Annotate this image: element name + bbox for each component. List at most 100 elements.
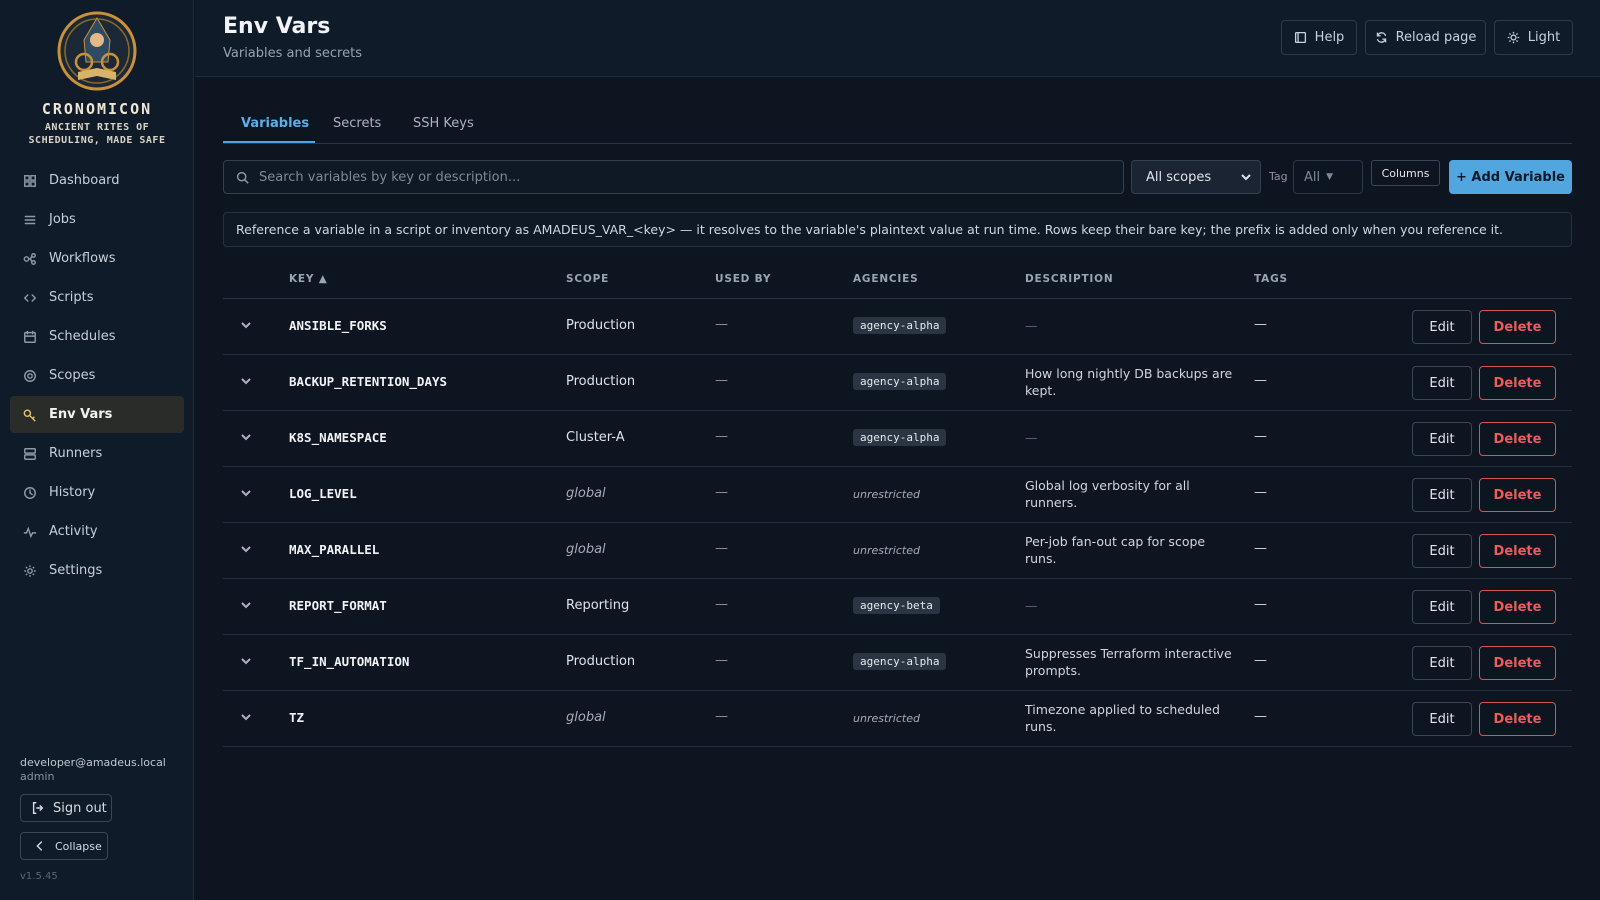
variable-used-by: — [715, 653, 728, 668]
server-icon [22, 446, 38, 462]
sidebar-item-env-vars[interactable]: Env Vars [10, 396, 184, 433]
sign-out-button[interactable]: Sign out [20, 794, 112, 822]
sidebar-item-activity[interactable]: Activity [10, 513, 184, 550]
table-row: MAX_PARALLEL global — unrestricted Per-j… [223, 523, 1572, 579]
column-header-key[interactable]: KEY ▲ [289, 273, 328, 285]
column-header-used-by[interactable]: USED BY [715, 273, 771, 285]
tab-secrets[interactable]: Secrets [333, 116, 381, 131]
expand-row-button[interactable] [240, 711, 254, 725]
chevron-down-icon [241, 322, 251, 329]
theme-toggle-button[interactable]: Light [1494, 20, 1573, 55]
reload-button[interactable]: Reload page [1365, 20, 1486, 55]
expand-row-button[interactable] [240, 375, 254, 389]
active-tab-indicator [223, 141, 315, 143]
variable-scope: Reporting [566, 598, 630, 613]
variable-description: — [1025, 318, 1038, 333]
sidebar-item-jobs[interactable]: Jobs [10, 201, 184, 238]
edit-button[interactable]: Edit [1412, 366, 1472, 400]
variable-description: — [1025, 430, 1038, 445]
sidebar-item-history[interactable]: History [10, 474, 184, 511]
chevron-down-icon [241, 714, 251, 721]
variable-key: TF_IN_AUTOMATION [289, 654, 410, 669]
column-header-tags[interactable]: TAGS [1254, 273, 1288, 285]
variable-description: Timezone applied to scheduled runs. [1025, 702, 1220, 734]
agency-unrestricted: unrestricted [853, 712, 920, 725]
scope-select[interactable]: All scopes [1131, 160, 1261, 194]
grid-icon [22, 173, 38, 189]
sign-out-label: Sign out [53, 800, 107, 816]
sidebar-item-workflows[interactable]: Workflows [10, 240, 184, 277]
variable-tags: — [1254, 709, 1267, 724]
edit-button[interactable]: Edit [1412, 646, 1472, 680]
chevron-left-icon [36, 841, 43, 851]
sign-out-icon [32, 802, 44, 814]
edit-button[interactable]: Edit [1412, 310, 1472, 344]
edit-button[interactable]: Edit [1412, 478, 1472, 512]
sidebar-item-label: Env Vars [49, 407, 113, 422]
edit-button[interactable]: Edit [1412, 702, 1472, 736]
chevron-down-icon [241, 434, 251, 441]
delete-button[interactable]: Delete [1479, 646, 1556, 680]
delete-button[interactable]: Delete [1479, 366, 1556, 400]
delete-button[interactable]: Delete [1479, 590, 1556, 624]
tag-filter-label: Tag [1269, 170, 1288, 183]
variable-tags: — [1254, 317, 1267, 332]
sidebar-item-scripts[interactable]: Scripts [10, 279, 184, 316]
table-row: LOG_LEVEL global — unrestricted Global l… [223, 467, 1572, 523]
chevron-down-icon [241, 490, 251, 497]
user-email: developer@amadeus.local [20, 756, 166, 769]
list-icon [22, 212, 38, 228]
target-icon [22, 368, 38, 384]
variable-scope: global [566, 542, 606, 557]
edit-button[interactable]: Edit [1412, 422, 1472, 456]
collapse-button[interactable]: Collapse [20, 832, 108, 860]
search-input[interactable]: Search variables by key or description..… [223, 160, 1124, 194]
expand-row-button[interactable] [240, 655, 254, 669]
table-row: TZ global — unrestricted Timezone applie… [223, 691, 1572, 747]
sun-icon [1507, 31, 1519, 44]
column-header-scope[interactable]: SCOPE [566, 273, 609, 285]
table-row: TF_IN_AUTOMATION Production — agency-alp… [223, 635, 1572, 691]
chevron-down-icon [1241, 174, 1251, 181]
variable-key: LOG_LEVEL [289, 486, 357, 501]
sidebar-item-runners[interactable]: Runners [10, 435, 184, 472]
expand-row-button[interactable] [240, 431, 254, 445]
sidebar-item-dashboard[interactable]: Dashboard [10, 162, 184, 199]
delete-button[interactable]: Delete [1479, 702, 1556, 736]
sidebar-item-settings[interactable]: Settings [10, 552, 184, 589]
tab-ssh-keys[interactable]: SSH Keys [413, 116, 474, 131]
expand-row-button[interactable] [240, 543, 254, 557]
variable-used-by: — [715, 485, 728, 500]
variable-used-by: — [715, 709, 728, 724]
refresh-icon [1376, 32, 1386, 43]
expand-row-button[interactable] [240, 599, 254, 613]
expand-row-button[interactable] [240, 487, 254, 501]
expand-row-button[interactable] [240, 319, 254, 333]
delete-button[interactable]: Delete [1479, 310, 1556, 344]
help-button[interactable]: Help [1281, 20, 1357, 55]
delete-button[interactable]: Delete [1479, 422, 1556, 456]
key-icon [22, 407, 38, 423]
tag-filter-select[interactable]: All ▼ [1293, 160, 1363, 194]
edit-button[interactable]: Edit [1412, 534, 1472, 568]
variables-table: KEY ▲ SCOPE USED BY AGENCIES DESCRIPTION… [223, 264, 1572, 747]
variable-key: K8S_NAMESPACE [289, 430, 387, 445]
agency-badge: agency-alpha [853, 653, 947, 670]
delete-button[interactable]: Delete [1479, 534, 1556, 568]
variable-scope: Cluster-A [566, 430, 625, 445]
variable-key: ANSIBLE_FORKS [289, 318, 387, 333]
sidebar-item-label: Settings [49, 563, 103, 578]
variable-scope: Production [566, 374, 636, 389]
columns-button[interactable]: Columns [1371, 160, 1440, 186]
edit-button[interactable]: Edit [1412, 590, 1472, 624]
sidebar-nav: Dashboard Jobs Workflows Scripts Schedul… [10, 162, 184, 591]
sidebar-item-schedules[interactable]: Schedules [10, 318, 184, 355]
sidebar-item-scopes[interactable]: Scopes [10, 357, 184, 394]
brand-tagline: ANCIENT RITES OF SCHEDULING, MADE SAFE [28, 122, 166, 146]
column-header-description[interactable]: DESCRIPTION [1025, 273, 1113, 285]
page-subtitle: Variables and secrets [223, 46, 362, 61]
tab-variables[interactable]: Variables [241, 116, 309, 131]
delete-button[interactable]: Delete [1479, 478, 1556, 512]
column-header-agencies[interactable]: AGENCIES [853, 273, 918, 285]
add-variable-button[interactable]: + Add Variable [1449, 160, 1572, 194]
